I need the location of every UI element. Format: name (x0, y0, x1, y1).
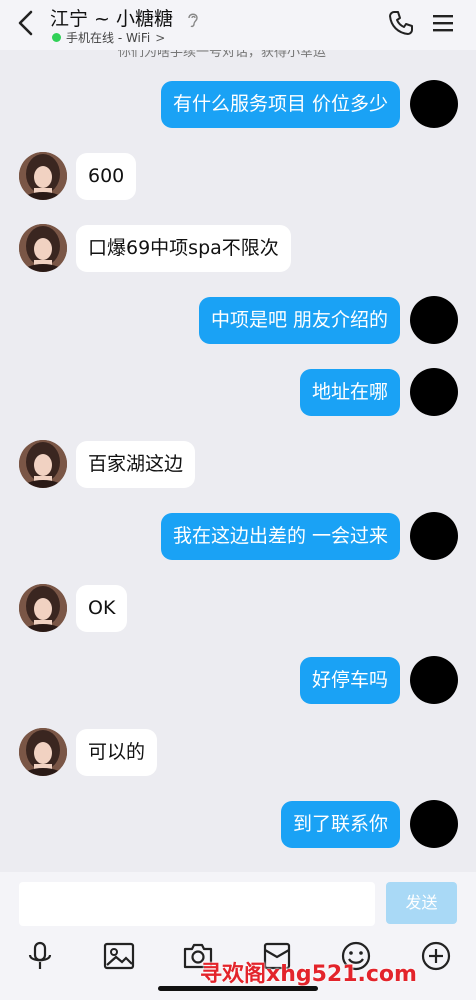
home-indicator (158, 986, 318, 991)
chevron-right-icon: > (155, 30, 166, 45)
message-bubble[interactable]: 到了联系你 (280, 801, 400, 848)
my-avatar[interactable] (410, 296, 458, 344)
composer: 发送 (0, 872, 476, 932)
message-row: OK (0, 582, 476, 634)
online-status[interactable]: 手机在线 - WiFi > (52, 29, 165, 46)
message-bubble[interactable]: 中项是吧 朋友介绍的 (198, 297, 400, 344)
my-avatar[interactable] (410, 368, 458, 416)
message-row: 地址在哪 (0, 366, 476, 418)
message-bubble[interactable]: 口爆69中项spa不限次 (76, 225, 291, 272)
message-bubble[interactable]: 可以的 (76, 729, 158, 776)
online-dot-icon (52, 33, 61, 42)
phone-icon[interactable] (388, 10, 414, 36)
contact-avatar[interactable] (19, 224, 67, 272)
message-bubble[interactable]: 600 (76, 153, 137, 200)
my-avatar[interactable] (410, 800, 458, 848)
message-row: 有什么服务项目 价位多少 (0, 78, 476, 130)
status-text: 手机在线 - WiFi (66, 31, 151, 45)
chat-title[interactable]: 江宁 ~ 小糖糖 (50, 4, 201, 31)
message-row: 百家湖这边 (0, 438, 476, 490)
my-avatar[interactable] (410, 512, 458, 560)
message-bubble[interactable]: OK (76, 585, 128, 632)
chat-header: 江宁 ~ 小糖糖 手机在线 - WiFi > (0, 0, 476, 50)
message-row: 好停车吗 (0, 654, 476, 706)
message-bubble[interactable]: 百家湖这边 (76, 441, 196, 488)
back-arrow-icon[interactable] (16, 10, 36, 36)
message-bubble[interactable]: 有什么服务项目 价位多少 (160, 81, 400, 128)
contact-avatar[interactable] (19, 440, 67, 488)
watermark: 寻欢阁xhg521.com (200, 962, 417, 987)
menu-icon[interactable] (432, 12, 454, 34)
message-row: 中项是吧 朋友介绍的 (0, 294, 476, 346)
message-row: 我在这边出差的 一会过来 (0, 510, 476, 562)
contact-avatar[interactable] (19, 584, 67, 632)
microphone-icon[interactable] (24, 940, 56, 972)
message-row: 到了联系你 (0, 798, 476, 850)
system-message-text: 你们为啥手续一号对话，获得小幸运 (118, 50, 327, 60)
plus-icon[interactable] (420, 940, 452, 972)
message-bubble[interactable]: 我在这边出差的 一会过来 (160, 513, 400, 560)
message-input[interactable] (19, 882, 375, 926)
contact-name: 江宁 ~ 小糖糖 (50, 8, 173, 30)
contact-avatar[interactable] (19, 728, 67, 776)
message-row: 口爆69中项spa不限次 (0, 222, 476, 274)
image-icon[interactable] (103, 940, 135, 972)
my-avatar[interactable] (410, 80, 458, 128)
partial-system-message: 你们为啥手续一号对话，获得小幸运 (0, 50, 476, 60)
ear-icon (188, 13, 198, 27)
message-bubble[interactable]: 好停车吗 (299, 657, 400, 704)
send-button[interactable]: 发送 (386, 882, 457, 924)
contact-avatar[interactable] (19, 152, 67, 200)
message-row: 600 (0, 150, 476, 202)
my-avatar[interactable] (410, 656, 458, 704)
message-bubble[interactable]: 地址在哪 (299, 369, 400, 416)
message-row: 可以的 (0, 726, 476, 778)
